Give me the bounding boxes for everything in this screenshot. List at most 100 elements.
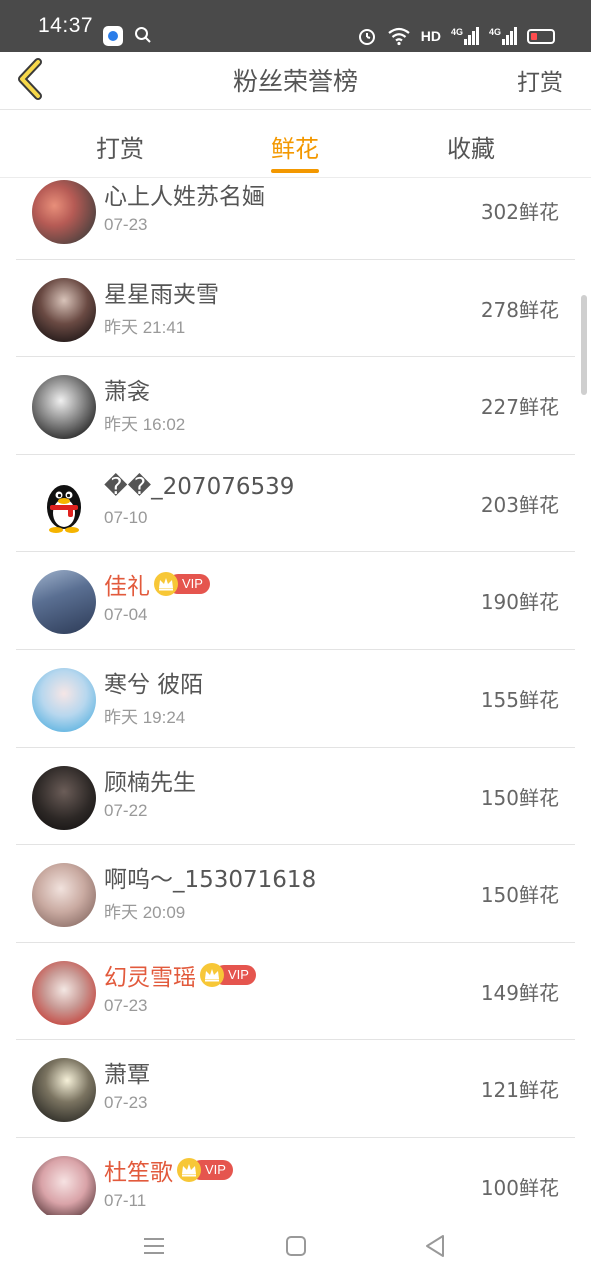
penguin-icon xyxy=(47,484,81,533)
flower-count: 203鲜花 xyxy=(480,492,559,517)
flower-count: 278鲜花 xyxy=(480,297,559,322)
fan-list[interactable]: 心上人姓苏名婳 07-23 302鲜花 星星雨夹雪 昨天 21:41 278鲜花 萧衾 昨天 … xyxy=(0,178,591,1215)
gift-time: 07-11 xyxy=(104,1190,147,1210)
list-item[interactable]: 杜笙歌 VIP 07-11 100鲜花 xyxy=(16,1138,575,1215)
menu-icon[interactable] xyxy=(139,1231,169,1261)
avatar[interactable] xyxy=(32,375,96,440)
user-name[interactable]: 萧覃 xyxy=(104,1055,150,1089)
user-name[interactable]: 星星雨夹雪 xyxy=(104,275,219,309)
search-icon xyxy=(135,27,151,43)
flower-count: 149鲜花 xyxy=(480,980,559,1005)
avatar[interactable] xyxy=(32,570,96,635)
user-name[interactable]: 心上人姓苏名婳 xyxy=(104,178,265,211)
list-item[interactable]: 心上人姓苏名婳 07-23 302鲜花 xyxy=(16,178,575,260)
list-item[interactable]: ��_207076539 07-10 203鲜花 xyxy=(16,455,575,553)
crown-icon xyxy=(200,962,224,987)
header-bar: 粉丝荣誉榜 打赏 xyxy=(0,52,591,110)
name-line: 啊呜～_153071618 xyxy=(104,861,316,893)
avatar[interactable] xyxy=(32,960,96,1025)
tab-bar: 打赏 鲜花 收藏 xyxy=(0,111,591,178)
list-item[interactable]: 佳礼 VIP 07-04 190鲜花 xyxy=(16,552,575,650)
active-tab-indicator xyxy=(271,169,319,173)
name-line: 萧衾 xyxy=(104,373,150,405)
gift-time: 昨天 20:09 xyxy=(104,903,186,923)
name-line: 幻灵雪瑶 VIP xyxy=(104,959,256,991)
name-line: 佳礼 VIP xyxy=(104,568,210,600)
flower-count: 100鲜花 xyxy=(480,1175,559,1200)
gift-time: 07-23 xyxy=(104,215,148,234)
name-line: 杜笙歌 VIP xyxy=(104,1154,233,1186)
name-line: 星星雨夹雪 xyxy=(104,276,219,308)
status-time: 14:37 xyxy=(38,14,94,37)
avatar[interactable] xyxy=(32,863,96,928)
list-item[interactable]: 萧覃 07-23 121鲜花 xyxy=(16,1040,575,1138)
user-name[interactable]: 啊呜～_153071618 xyxy=(104,860,316,894)
flower-count: 227鲜花 xyxy=(480,395,559,420)
vip-badge: VIP xyxy=(200,962,256,987)
user-name[interactable]: 佳礼 xyxy=(104,567,150,601)
signal-label: 4G xyxy=(450,27,463,37)
flower-count: 302鲜花 xyxy=(480,200,559,224)
name-line: 寒兮 彼陌 xyxy=(104,666,203,698)
flower-count: 150鲜花 xyxy=(480,883,559,908)
avatar[interactable] xyxy=(32,277,96,342)
vip-badge: VIP xyxy=(154,572,210,597)
gift-time: 07-23 xyxy=(104,1093,148,1113)
user-name[interactable]: 萧衾 xyxy=(104,372,150,406)
list-item[interactable]: 幻灵雪瑶 VIP 07-23 149鲜花 xyxy=(16,943,575,1041)
fan-list-rows: 心上人姓苏名婳 07-23 302鲜花 星星雨夹雪 昨天 21:41 278鲜花 萧衾 昨天 … xyxy=(0,178,591,1215)
gift-time: 07-10 xyxy=(104,507,148,527)
user-name[interactable]: ��_207076539 xyxy=(104,474,294,500)
list-item[interactable]: 啊呜～_153071618 昨天 20:09 150鲜花 xyxy=(16,845,575,943)
gift-time: 07-04 xyxy=(104,605,148,625)
list-item[interactable]: 萧衾昨天 16:02 227鲜花 xyxy=(16,357,575,455)
gift-time: 07-22 xyxy=(104,800,148,820)
back-triangle-icon[interactable] xyxy=(421,1231,451,1261)
page-title: 粉丝荣誉榜 xyxy=(232,67,358,96)
avatar[interactable] xyxy=(32,1058,96,1123)
avatar[interactable] xyxy=(32,765,96,830)
status-icons: HD 4G 4G xyxy=(357,24,555,48)
flower-count: 190鲜花 xyxy=(480,590,559,615)
user-name[interactable]: 顾楠先生 xyxy=(104,763,196,797)
avatar[interactable] xyxy=(32,667,96,732)
signal-icon: 4G xyxy=(451,27,479,45)
user-name[interactable]: 杜笙歌 xyxy=(104,1153,173,1187)
status-bar: 14:37 HD 4G 4G xyxy=(0,0,591,52)
list-item[interactable]: 寒兮 彼陌昨天 19:24 155鲜花 xyxy=(16,650,575,748)
flower-count: 155鲜花 xyxy=(480,687,559,712)
avatar[interactable] xyxy=(32,180,96,244)
alarm-icon xyxy=(358,29,375,45)
home-icon[interactable] xyxy=(281,1231,311,1261)
gift-time: 昨天 19:24 xyxy=(104,707,186,727)
gift-time: 07-23 xyxy=(104,995,148,1015)
flower-count: 121鲜花 xyxy=(480,1078,559,1103)
signal-label: 4G xyxy=(488,27,501,37)
app-icon xyxy=(103,26,123,46)
tab-favorites[interactable]: 收藏 xyxy=(411,129,531,164)
avatar-qq-penguin[interactable] xyxy=(32,472,96,537)
avatar[interactable] xyxy=(32,1155,96,1215)
crown-icon xyxy=(177,1157,201,1182)
reward-button[interactable]: 打赏 xyxy=(517,63,563,97)
name-line: 心上人姓苏名婳 xyxy=(104,178,265,210)
tab-reward[interactable]: 打赏 xyxy=(60,129,180,164)
user-name[interactable]: 寒兮 彼陌 xyxy=(104,665,203,699)
user-name[interactable]: 幻灵雪瑶 xyxy=(104,958,196,992)
list-item[interactable]: 星星雨夹雪昨天 21:41 278鲜花 xyxy=(16,260,575,358)
list-item[interactable]: 顾楠先生 07-22 150鲜花 xyxy=(16,748,575,846)
wifi-icon xyxy=(388,27,410,46)
vip-badge: VIP xyxy=(177,1157,233,1182)
system-nav-bar xyxy=(0,1215,591,1280)
tab-flowers[interactable]: 鲜花 xyxy=(235,129,355,164)
scrollbar[interactable] xyxy=(581,295,587,395)
signal-icon: 4G xyxy=(489,27,517,45)
flower-count: 150鲜花 xyxy=(480,785,559,810)
name-line: 萧覃 xyxy=(104,1056,150,1088)
battery-icon xyxy=(527,28,555,44)
gift-time: 昨天 16:02 xyxy=(104,415,186,435)
gift-time: 昨天 21:41 xyxy=(104,317,186,337)
name-line: 顾楠先生 xyxy=(104,764,196,796)
name-line: ��_207076539 xyxy=(104,471,294,503)
hd-label: HD xyxy=(420,28,441,44)
